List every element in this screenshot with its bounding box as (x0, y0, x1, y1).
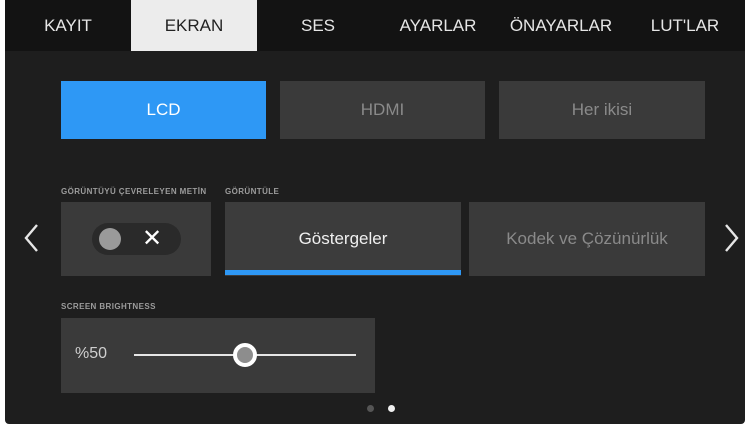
toggle-knob (99, 228, 121, 250)
tab-ayarlar[interactable]: AYARLAR (379, 0, 497, 51)
frame-guide-text-toggle[interactable]: ✕ (92, 223, 181, 255)
brightness-value: %50 (75, 345, 108, 362)
output-lcd-button[interactable]: LCD (61, 81, 266, 139)
tab-kayit[interactable]: KAYIT (5, 0, 131, 51)
frame-guide-text-label: GÖRÜNTÜYÜ ÇEVRELEYEN METİN (61, 187, 207, 196)
tab-ses[interactable]: SES (257, 0, 379, 51)
brightness-label: SCREEN BRIGHTNESS (61, 302, 156, 311)
page-dot-1[interactable] (367, 405, 374, 412)
tab-ekran[interactable]: EKRAN (131, 0, 257, 51)
selected-underline (225, 270, 461, 275)
tab-bar: KAYIT EKRAN SES AYARLAR ÖNAYARLAR LUT'LA… (5, 0, 745, 51)
chevron-right-icon[interactable] (721, 222, 741, 254)
display-label: GÖRÜNTÜLE (225, 187, 280, 196)
display-indicators-button[interactable]: Göstergeler (225, 202, 461, 276)
tab-luts[interactable]: LUT'LAR (625, 0, 745, 51)
brightness-panel: %50 (61, 318, 375, 393)
display-codec-resolution-button[interactable]: Kodek ve Çözünürlük (469, 202, 705, 276)
chevron-left-icon[interactable] (22, 222, 42, 254)
brightness-slider-thumb[interactable] (233, 343, 257, 367)
screen: KAYIT EKRAN SES AYARLAR ÖNAYARLAR LUT'LA… (5, 0, 745, 424)
tab-onayarlar[interactable]: ÖNAYARLAR (497, 0, 625, 51)
frame-guide-text-panel: ✕ (61, 202, 211, 276)
page-dot-2[interactable] (388, 405, 395, 412)
output-both-button[interactable]: Her ikisi (499, 81, 705, 139)
output-hdmi-button[interactable]: HDMI (280, 81, 485, 139)
close-icon: ✕ (141, 225, 163, 252)
